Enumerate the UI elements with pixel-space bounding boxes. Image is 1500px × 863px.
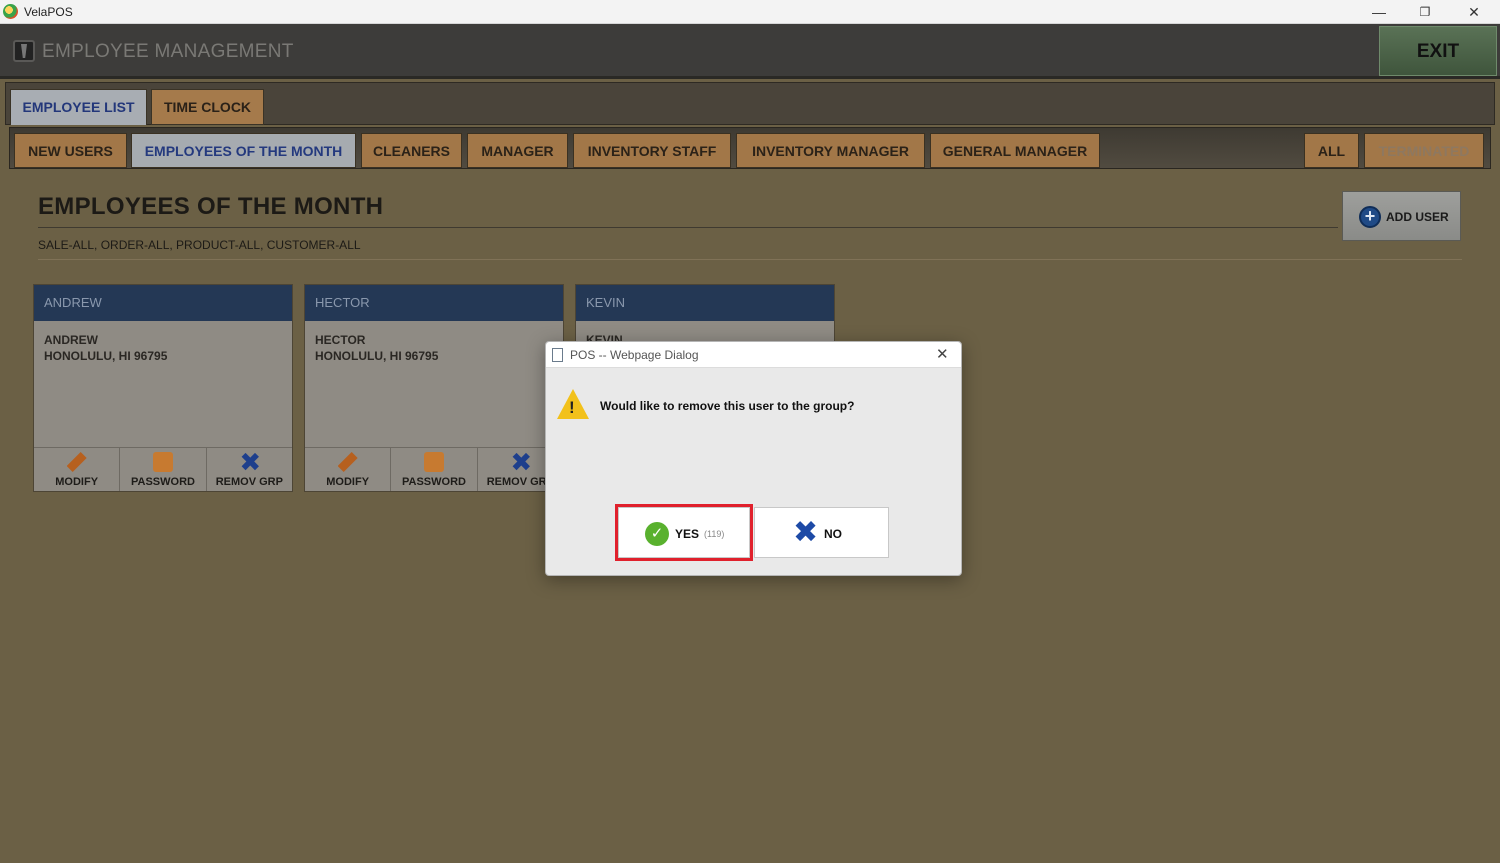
modify-button[interactable]: MODIFY — [305, 447, 392, 491]
warning-exclamation: ! — [569, 398, 575, 417]
title-divider — [38, 227, 1338, 228]
plus-icon: + — [1359, 206, 1381, 228]
password-label: PASSWORD — [402, 476, 466, 488]
group-tab-terminated[interactable]: TERMINATED — [1364, 133, 1484, 168]
permissions-divider — [38, 259, 1462, 260]
app-header: EMPLOYEE MANAGEMENT EXIT — [0, 24, 1500, 79]
x-icon: ✖ — [793, 516, 819, 549]
app-logo-icon — [3, 4, 18, 19]
maximize-button[interactable]: ❐ — [1402, 0, 1448, 24]
dialog-close-button[interactable]: ✕ — [936, 345, 949, 363]
pencil-icon — [337, 452, 358, 472]
password-button[interactable]: PASSWORD — [391, 447, 478, 491]
remove-group-button[interactable]: ✖ REMOV GRP — [206, 447, 292, 491]
card-actions: MODIFY PASSWORD ✖ REMOV GRP — [305, 447, 563, 491]
lock-icon — [423, 452, 444, 472]
close-window-button[interactable]: ✕ — [1451, 0, 1497, 24]
tuxedo-icon — [13, 40, 35, 62]
add-user-button[interactable]: + ADD USER — [1342, 191, 1461, 241]
page-title: EMPLOYEES OF THE MONTH — [38, 193, 384, 220]
confirm-dialog: POS -- Webpage Dialog ✕ ! Would like to … — [545, 341, 962, 576]
pencil-icon — [66, 452, 87, 472]
employee-name: ANDREW — [44, 333, 98, 347]
employee-card-body: ANDREW HONOLULU, HI 96795 — [34, 321, 292, 447]
window-titlebar: VelaPOS — ❐ ✕ — [0, 0, 1500, 24]
remove-group-label: REMOV GRP — [215, 476, 283, 488]
modify-label: MODIFY — [326, 476, 370, 488]
yes-label: YES — [675, 527, 700, 541]
card-actions: MODIFY PASSWORD ✖ REMOV GRP — [34, 447, 292, 491]
group-tab-inventory-manager[interactable]: INVENTORY MANAGER — [736, 133, 925, 168]
group-permissions: SALE-ALL, ORDER-ALL, PRODUCT-ALL, CUSTOM… — [38, 238, 361, 252]
dialog-title: POS -- Webpage Dialog — [570, 348, 699, 362]
employee-address: HONOLULU, HI 96795 — [44, 349, 168, 363]
main-tabs: EMPLOYEE LIST TIME CLOCK — [5, 82, 1495, 125]
employee-card-body: HECTOR HONOLULU, HI 96795 — [305, 321, 563, 447]
employee-name: HECTOR — [315, 333, 366, 347]
no-label: NO — [824, 527, 842, 541]
password-button[interactable]: PASSWORD — [120, 447, 207, 491]
group-tab-cleaners[interactable]: CLEANERS — [361, 133, 462, 168]
yes-countdown: (119) — [704, 529, 725, 539]
window-title: VelaPOS — [24, 5, 73, 19]
employee-card-header[interactable]: ANDREW — [34, 285, 292, 321]
group-tab-new-users[interactable]: NEW USERS — [14, 133, 127, 168]
yes-button[interactable]: ✓ YES (119) — [618, 507, 750, 558]
minimize-button[interactable]: — — [1356, 0, 1402, 24]
group-tab-all[interactable]: ALL — [1304, 133, 1359, 168]
group-tab-manager[interactable]: MANAGER — [467, 133, 568, 168]
page-header-title: EMPLOYEE MANAGEMENT — [42, 41, 294, 62]
group-tab-general-manager[interactable]: GENERAL MANAGER — [930, 133, 1100, 168]
page-icon — [552, 348, 563, 362]
employee-card-header[interactable]: HECTOR — [305, 285, 563, 321]
tab-time-clock[interactable]: TIME CLOCK — [151, 89, 264, 125]
dialog-message: Would like to remove this user to the gr… — [600, 399, 855, 413]
employee-card: ANDREW ANDREW HONOLULU, HI 96795 MODIFY … — [33, 284, 293, 492]
modify-button[interactable]: MODIFY — [34, 447, 121, 491]
remove-x-icon: ✖ — [239, 447, 262, 477]
employee-card: HECTOR HECTOR HONOLULU, HI 96795 MODIFY … — [304, 284, 564, 492]
exit-button[interactable]: EXIT — [1379, 26, 1497, 76]
password-label: PASSWORD — [131, 476, 195, 488]
no-button[interactable]: ✖ NO — [754, 507, 889, 558]
remove-x-icon: ✖ — [510, 447, 533, 477]
add-user-label: ADD USER — [1386, 210, 1449, 224]
modify-label: MODIFY — [55, 476, 99, 488]
lock-icon — [152, 452, 173, 472]
group-tabs: NEW USERS EMPLOYEES OF THE MONTH CLEANER… — [9, 127, 1491, 169]
group-tab-inventory-staff[interactable]: INVENTORY STAFF — [573, 133, 731, 168]
employee-address: HONOLULU, HI 96795 — [315, 349, 439, 363]
dialog-titlebar: POS -- Webpage Dialog ✕ — [546, 342, 961, 368]
employee-card-header[interactable]: KEVIN — [576, 285, 834, 321]
checkmark-icon: ✓ — [645, 522, 669, 546]
tab-employee-list[interactable]: EMPLOYEE LIST — [10, 89, 147, 125]
group-tab-employees-of-the-month[interactable]: EMPLOYEES OF THE MONTH — [131, 133, 356, 168]
